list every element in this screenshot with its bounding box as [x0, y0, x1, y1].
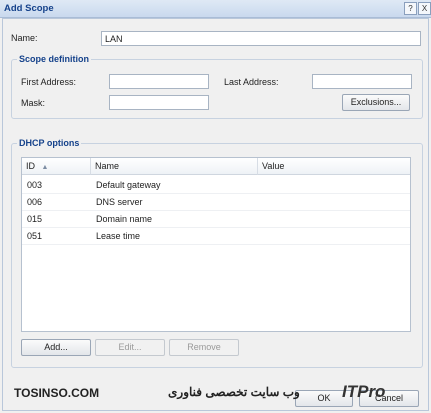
remove-option-button[interactable]: Remove — [169, 339, 239, 356]
column-header-value[interactable]: Value — [258, 158, 410, 175]
title-bar: Add Scope ? X — [0, 0, 431, 18]
last-address-input[interactable] — [312, 74, 412, 89]
watermark-right-text: ITPro — [342, 382, 386, 401]
exclusions-button[interactable]: Exclusions... — [342, 94, 410, 111]
mask-label: Mask: — [21, 98, 46, 108]
help-button[interactable]: ? — [404, 2, 417, 15]
table-row[interactable]: 015 Domain name — [22, 211, 410, 228]
row-name: Lease time — [96, 231, 141, 241]
row-id: 003 — [27, 180, 43, 190]
watermark: TOSINSO.COM وب سایت تخصصی فناوری ITPro — [0, 380, 431, 413]
watermark-left-text: TOSINSO.COM — [14, 386, 100, 400]
column-header-name-label: Name — [95, 161, 120, 171]
row-id: 015 — [27, 214, 43, 224]
mask-input[interactable] — [109, 95, 209, 110]
scope-definition-title: Scope definition — [17, 54, 92, 64]
column-header-id[interactable]: ID ▲ — [22, 158, 91, 175]
watermark-arabic-text: وب سایت تخصصی فناوری — [168, 385, 300, 399]
table-row[interactable]: 003 Default gateway — [22, 177, 410, 194]
name-input[interactable]: LAN — [101, 31, 421, 46]
last-address-label: Last Address: — [224, 77, 279, 87]
column-header-value-label: Value — [262, 161, 285, 171]
column-header-name[interactable]: Name — [91, 158, 258, 175]
table-row[interactable]: 006 DNS server — [22, 194, 410, 211]
row-name: Default gateway — [96, 180, 161, 190]
window-title: Add Scope — [4, 3, 54, 14]
table-row[interactable]: 051 Lease time — [22, 228, 410, 245]
row-id: 006 — [27, 197, 43, 207]
add-option-button[interactable]: Add... — [21, 339, 91, 356]
row-id: 051 — [27, 231, 43, 241]
close-button[interactable]: X — [418, 2, 431, 15]
row-name: DNS server — [96, 197, 143, 207]
add-scope-dialog: Name: LAN Scope definition First Address… — [2, 18, 429, 411]
row-name: Domain name — [96, 214, 153, 224]
first-address-input[interactable] — [109, 74, 209, 89]
first-address-label: First Address: — [21, 77, 77, 87]
name-label: Name: — [11, 33, 38, 43]
edit-option-button[interactable]: Edit... — [95, 339, 165, 356]
sort-ascending-icon: ▲ — [41, 164, 49, 171]
dhcp-options-table: ID ▲ Name Value 003 Default gateway 006 … — [21, 157, 411, 332]
dhcp-options-title: DHCP options — [17, 138, 82, 148]
column-header-id-label: ID — [26, 161, 35, 171]
